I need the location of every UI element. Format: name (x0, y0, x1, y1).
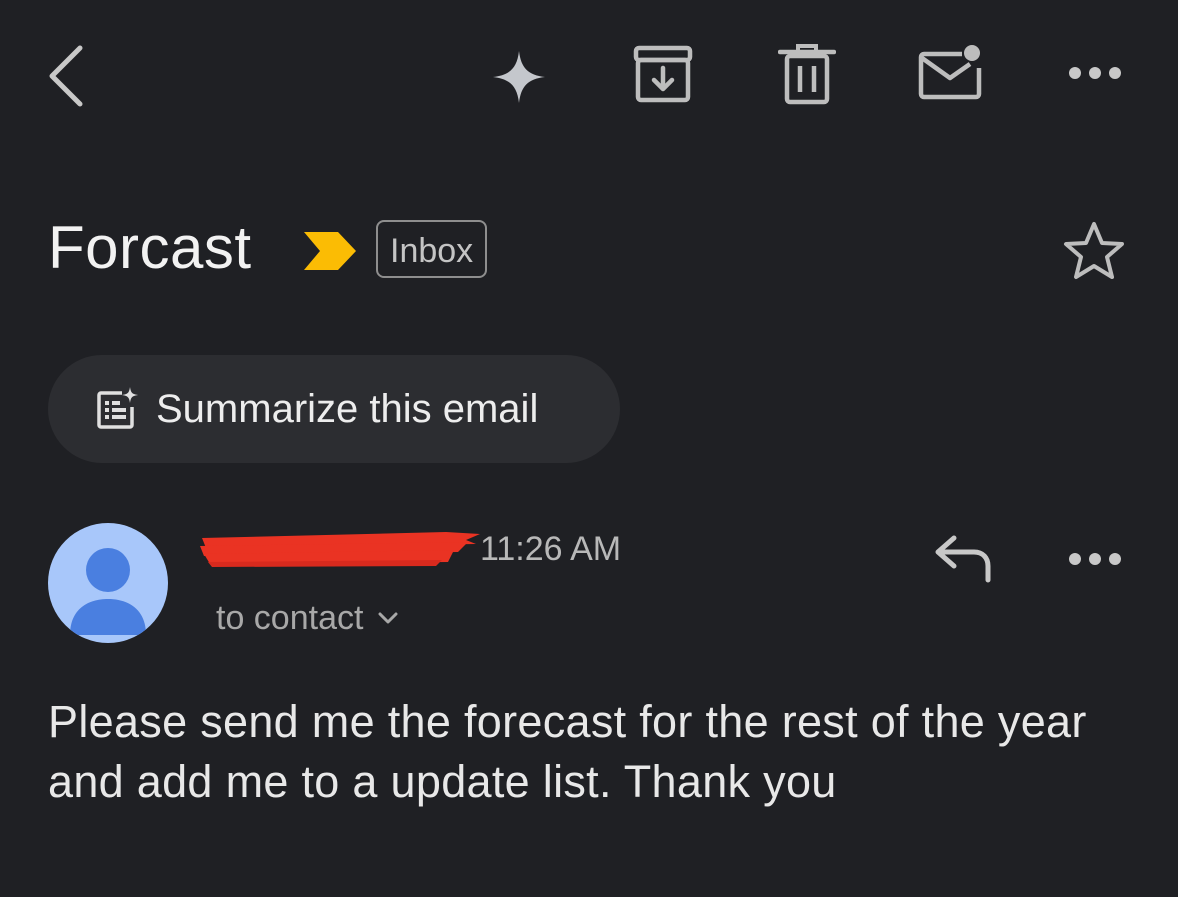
trash-icon (778, 44, 836, 105)
summarize-email-button[interactable]: Summarize this email (48, 355, 620, 463)
importance-marker[interactable] (302, 230, 358, 272)
summarize-doc-sparkle-icon (94, 387, 138, 431)
gemini-sparkle-button[interactable] (490, 48, 548, 106)
summarize-label: Summarize this email (156, 386, 539, 431)
reply-icon (935, 535, 991, 583)
sparkle-icon (493, 51, 545, 103)
message-time: 11:26 AM (480, 530, 622, 568)
mark-unread-button[interactable] (914, 42, 988, 104)
back-button[interactable] (40, 40, 96, 112)
email-subject: Forcast (48, 214, 252, 281)
recipient-label: to contact (216, 599, 364, 637)
sender-name-redacted (196, 526, 482, 568)
email-body: Please send me the forecast for the rest… (48, 696, 1087, 807)
mark-unread-mail-icon (918, 45, 982, 100)
delete-button[interactable] (778, 44, 836, 106)
reply-button[interactable] (932, 532, 994, 584)
star-outline-icon (1064, 222, 1124, 279)
sender-avatar[interactable] (48, 523, 168, 643)
more-options-button[interactable] (1064, 62, 1126, 84)
more-horizontal-icon (1069, 67, 1121, 79)
recipient-details-toggle[interactable]: to contact (216, 596, 399, 640)
archive-button[interactable] (630, 44, 696, 106)
chevron-left-icon (49, 45, 83, 107)
label-chip-inbox[interactable]: Inbox (376, 220, 488, 278)
importance-marker-icon (304, 232, 356, 270)
star-button[interactable] (1062, 220, 1126, 282)
message-more-options-button[interactable] (1064, 548, 1126, 570)
default-person-avatar (70, 548, 146, 635)
archive-icon (633, 45, 693, 103)
more-horizontal-icon (1069, 553, 1121, 565)
chevron-down-icon (377, 611, 399, 625)
